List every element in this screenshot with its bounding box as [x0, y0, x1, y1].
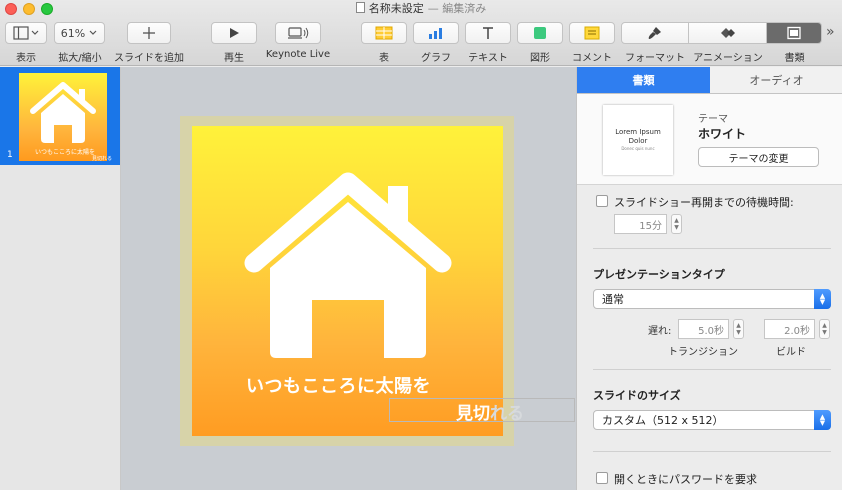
document-label: 書類: [784, 53, 805, 64]
loop-slideshow-checkbox[interactable]: [596, 195, 608, 207]
shape-icon: [534, 27, 546, 39]
view-label: 表示: [16, 53, 36, 64]
select-arrows-icon: ▲ ▼: [814, 289, 831, 309]
stepper-down-icon: ▼: [822, 329, 827, 336]
transition-label: トランジション: [668, 347, 738, 358]
slide-size-heading: スライドのサイズ: [593, 389, 681, 402]
shape-label: 図形: [530, 53, 550, 64]
theme-preview-line3: Donec quis nunc: [621, 146, 655, 151]
theme-name: ホワイト: [698, 127, 747, 141]
thumbnail-title: いつもこころに太陽を: [35, 149, 96, 156]
document-inspector: 書類 オーディオ Lorem Ipsum Dolor Donec quis nu…: [576, 67, 842, 490]
overflow-text[interactable]: 見切れる: [456, 399, 524, 424]
presentation-type-value: 通常: [602, 293, 624, 306]
shape-button[interactable]: [517, 22, 563, 44]
keynote-live-icon: [288, 27, 309, 39]
stepper-up-icon: ▲: [674, 217, 679, 224]
chart-button[interactable]: [413, 22, 459, 44]
divider: [593, 248, 831, 249]
slide-size-value: カスタム（512 x 512）: [602, 414, 724, 427]
animate-tab-button[interactable]: [689, 23, 767, 43]
delay-label: 遅れ:: [648, 326, 672, 337]
slide-number: 1: [7, 150, 13, 160]
toolbar-overflow-button[interactable]: »: [826, 24, 835, 40]
text-button[interactable]: [465, 22, 511, 44]
loop-slideshow-label: スライドショー再開までの待機時間:: [614, 196, 794, 209]
transition-delay-stepper[interactable]: ▲ ▼: [733, 319, 744, 339]
comment-icon: [584, 26, 600, 40]
loop-delay-stepper[interactable]: ▲ ▼: [671, 214, 682, 234]
divider: [593, 369, 831, 370]
select-arrows-icon: ▲ ▼: [814, 410, 831, 430]
slide-size-select[interactable]: カスタム（512 x 512） ▲ ▼: [593, 410, 831, 430]
loop-delay-field[interactable]: 15分: [614, 214, 667, 234]
format-tab-button[interactable]: [622, 23, 690, 43]
theme-preview[interactable]: Lorem Ipsum Dolor Donec quis nunc: [603, 105, 673, 175]
require-password-label: 開くときにパスワードを要求: [614, 473, 757, 486]
text-icon: [483, 27, 493, 39]
build-label: ビルド: [776, 347, 806, 358]
zoom-select[interactable]: 61%: [54, 22, 105, 44]
format-label: フォーマット: [625, 53, 685, 64]
keynote-window: 名称未設定 — 編集済み 表示 61% 拡大/縮小 スライドを追加 再生 Keyn…: [0, 0, 842, 490]
chart-label: グラフ: [421, 53, 451, 64]
paintbrush-icon: [648, 27, 662, 39]
comment-label: コメント: [572, 53, 612, 64]
slide-canvas[interactable]: いつもこころに太陽を 見切れる: [121, 67, 576, 490]
theme-caption: テーマ: [698, 114, 728, 125]
toolbar: 名称未設定 — 編集済み 表示 61% 拡大/縮小 スライドを追加 再生 Keyn…: [0, 0, 842, 66]
comment-button[interactable]: [569, 22, 615, 44]
slide-thumbnail-selected[interactable]: 1 いつもこころに太陽を 見切れる: [0, 67, 120, 165]
theme-preview-line1: Lorem Ipsum: [615, 128, 661, 136]
zoom-label: 拡大/縮小: [58, 53, 102, 64]
view-button[interactable]: [5, 22, 47, 44]
table-button[interactable]: [361, 22, 407, 44]
theme-section: Lorem Ipsum Dolor Donec quis nunc テーマ ホワ…: [577, 94, 842, 185]
sidebar-view-icon: [13, 26, 39, 40]
overflow-text-hidden: れる: [490, 404, 524, 424]
chart-icon: [429, 28, 442, 39]
table-icon: [375, 26, 393, 40]
animation-diamond-icon: [721, 28, 736, 38]
window-title: 名称未設定 — 編集済み: [0, 1, 842, 17]
document-panel-icon: [787, 26, 801, 40]
play-icon: [230, 28, 239, 38]
build-delay-field[interactable]: 2.0秒: [764, 319, 815, 339]
chevron-down-icon: [89, 30, 97, 35]
presentation-type-select[interactable]: 通常 ▲ ▼: [593, 289, 831, 309]
slide-title-text[interactable]: いつもこころに太陽を: [246, 372, 431, 398]
play-button[interactable]: [211, 22, 257, 44]
overflow-text-visible: 見切: [456, 404, 490, 424]
slide-thumbnail[interactable]: いつもこころに太陽を 見切れる: [19, 73, 112, 162]
change-theme-button[interactable]: テーマの変更: [698, 147, 819, 167]
document-icon: [355, 2, 365, 13]
add-slide-button[interactable]: [127, 22, 171, 44]
stepper-down-icon: ▼: [736, 329, 741, 336]
play-label: 再生: [224, 53, 244, 64]
table-label: 表: [379, 53, 389, 64]
stepper-up-icon: ▲: [736, 322, 741, 329]
stepper-up-icon: ▲: [822, 322, 827, 329]
document-tab-button[interactable]: [766, 23, 821, 43]
inspector-tabs: 書類 オーディオ: [577, 67, 842, 94]
theme-preview-line2: Dolor: [628, 137, 648, 145]
inspector-segment-control: [621, 22, 822, 44]
add-slide-label: スライドを追加: [114, 53, 184, 64]
tab-audio[interactable]: オーディオ: [710, 67, 842, 93]
thumbnail-overflow-text: 見切れる: [92, 156, 113, 162]
keynote-live-label: Keynote Live: [265, 49, 331, 60]
keynote-live-button[interactable]: [275, 22, 321, 44]
animate-label: アニメーション: [693, 53, 763, 64]
divider: [593, 451, 831, 452]
stepper-down-icon: ▼: [674, 224, 679, 231]
presentation-type-heading: プレゼンテーションタイプ: [593, 268, 725, 281]
text-label: テキスト: [468, 53, 508, 64]
plus-icon: [143, 27, 155, 39]
zoom-value: 61%: [60, 26, 86, 40]
require-password-checkbox[interactable]: [596, 472, 608, 484]
build-delay-stepper[interactable]: ▲ ▼: [819, 319, 830, 339]
tab-document[interactable]: 書類: [577, 67, 710, 93]
transition-delay-field[interactable]: 5.0秒: [678, 319, 729, 339]
slide-navigator: 1 いつもこころに太陽を 見切れる: [0, 67, 121, 490]
